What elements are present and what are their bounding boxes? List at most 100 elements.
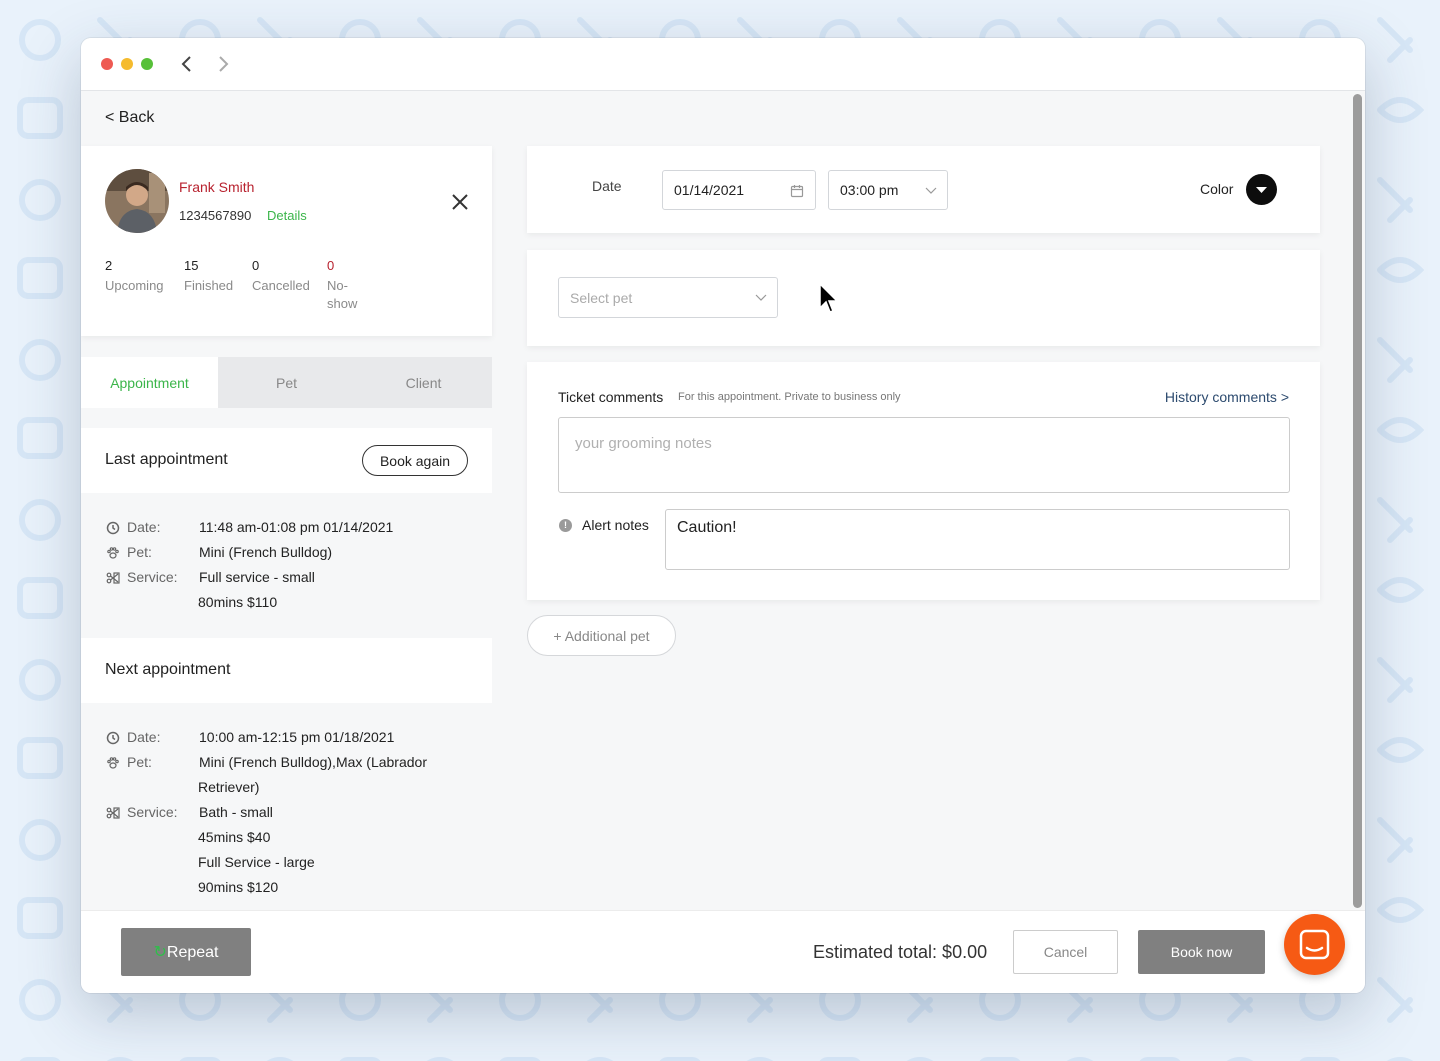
stat-label: Cancelled [252, 278, 310, 293]
alert-icon: ! [559, 519, 572, 532]
service-key: Service: [127, 804, 178, 820]
date-picker[interactable]: 01/14/2021 [662, 170, 816, 210]
stat-label: Upcoming [105, 278, 164, 293]
history-comments-link[interactable]: History comments > [1165, 389, 1289, 405]
tab-appointment[interactable]: Appointment [81, 357, 218, 408]
app-window: < Back Frank Smith 1234567890 Details 2 … [81, 38, 1365, 993]
date-value: 01/14/2021 [674, 182, 745, 198]
detail-tabs: Appointment Pet Client [81, 357, 492, 408]
scrollbar-thumb[interactable] [1353, 94, 1362, 908]
next-date-row: Date: 10:00 am-12:15 pm 01/18/2021 [105, 729, 394, 745]
additional-pet-button[interactable]: + Additional pet [527, 615, 676, 656]
estimated-total: Estimated total: $0.00 [813, 942, 988, 962]
next-service1-detail: 45mins $40 [198, 829, 271, 845]
back-link[interactable]: < Back [105, 109, 154, 127]
next-appointment-title: Next appointment [105, 661, 231, 678]
stat-upcoming: 2 Upcoming [105, 258, 164, 295]
stat-no-show: 0 No-show [327, 258, 367, 313]
date-label: Date [592, 178, 622, 194]
next-appointment-header: Next appointment [81, 638, 492, 703]
color-picker-button[interactable] [1246, 174, 1277, 205]
chat-launcher-button[interactable] [1284, 914, 1345, 975]
last-pet-value: Mini (French Bulldog) [199, 544, 333, 560]
last-pet-row: Pet: Mini (French Bulldog) [105, 544, 332, 560]
clock-icon [106, 731, 120, 745]
mouse-cursor-icon [819, 282, 838, 313]
footer-bar: ↻Repeat Estimated total: $0.00 Cancel Bo… [81, 910, 1365, 993]
date-key: Date: [127, 729, 161, 745]
select-pet-placeholder: Select pet [570, 290, 633, 306]
close-icon[interactable] [448, 190, 472, 214]
cancel-button[interactable]: Cancel [1013, 930, 1118, 974]
grooming-notes-placeholder: your grooming notes [575, 435, 712, 452]
stat-label: No-show [327, 278, 358, 311]
stat-value: 0 [327, 258, 335, 273]
time-value: 03:00 pm [840, 182, 899, 198]
alert-notes-label: Alert notes [582, 517, 649, 533]
next-service2: Full Service - large [198, 854, 315, 870]
last-service-value: Full service - small [199, 569, 315, 585]
next-appointment-details: Date: 10:00 am-12:15 pm 01/18/2021 Pet: … [81, 703, 492, 910]
time-select[interactable]: 03:00 pm [828, 170, 948, 210]
grooming-notes-textarea[interactable]: your grooming notes [558, 417, 1290, 493]
stat-value: 2 [105, 258, 113, 273]
scissors-icon [106, 807, 120, 819]
scrollbar[interactable] [1350, 92, 1365, 910]
stat-finished: 15 Finished [184, 258, 233, 295]
clock-icon [106, 521, 120, 535]
maximize-window-button[interactable] [141, 58, 153, 70]
stat-value: 0 [252, 258, 260, 273]
book-now-button[interactable]: Book now [1138, 930, 1265, 974]
last-service-row: Service: Full service - small [105, 569, 315, 585]
last-appointment-title: Last appointment [105, 451, 228, 468]
details-link[interactable]: Details [267, 208, 307, 223]
ticket-comments-hint: For this appointment. Private to busines… [678, 391, 901, 403]
scissors-icon [106, 572, 120, 584]
title-bar [81, 38, 1365, 91]
next-pet-value-cont: Retriever) [198, 779, 260, 795]
chevron-down-icon [925, 187, 937, 194]
pet-select-card: Select pet [527, 250, 1320, 346]
last-date-row: Date: 11:48 am-01:08 pm 01/14/2021 [105, 519, 393, 535]
caret-down-icon [1256, 187, 1267, 193]
next-service-value: Bath - small [199, 804, 273, 820]
stat-cancelled: 0 Cancelled [252, 258, 310, 295]
paw-icon [107, 757, 119, 769]
minimize-window-button[interactable] [121, 58, 133, 70]
last-date-value: 11:48 am-01:08 pm 01/14/2021 [199, 519, 394, 535]
chevron-right-icon[interactable] [213, 54, 233, 74]
chevron-down-icon [755, 294, 767, 301]
book-again-button[interactable]: Book again [362, 445, 468, 476]
chevron-left-icon[interactable] [177, 54, 197, 74]
comments-card: Ticket comments For this appointment. Pr… [527, 362, 1320, 600]
select-pet-dropdown[interactable]: Select pet [558, 277, 778, 318]
pet-key: Pet: [127, 754, 152, 770]
last-service-detail: 80mins $110 [198, 594, 278, 610]
tab-pet[interactable]: Pet [218, 357, 355, 408]
client-card: Frank Smith 1234567890 Details 2 Upcomin… [81, 146, 492, 336]
close-window-button[interactable] [101, 58, 113, 70]
last-appointment-header: Last appointment Book again [81, 428, 492, 493]
service-key: Service: [127, 569, 178, 585]
tab-client[interactable]: Client [355, 357, 492, 408]
alert-notes-value: Caution! [677, 519, 737, 536]
ticket-comments-label: Ticket comments [558, 389, 664, 405]
next-pet-value: Mini (French Bulldog),Max (Labrador [199, 754, 427, 770]
repeat-icon: ↻ [153, 944, 167, 961]
date-key: Date: [127, 519, 161, 535]
date-time-card: Date 01/14/2021 03:00 pm Color [527, 146, 1320, 233]
repeat-button[interactable]: ↻Repeat [121, 928, 251, 976]
chat-icon [1299, 929, 1330, 960]
color-label: Color [1200, 181, 1234, 197]
client-name[interactable]: Frank Smith [179, 179, 254, 195]
next-service-row: Service: Bath - small [105, 804, 273, 820]
client-phone: 1234567890 [179, 208, 252, 223]
next-service2-detail: 90mins $120 [198, 879, 279, 895]
calendar-icon [790, 185, 804, 198]
avatar[interactable] [105, 169, 169, 233]
next-pet-row: Pet: Mini (French Bulldog),Max (Labrador [105, 754, 427, 770]
last-appointment-details: Date: 11:48 am-01:08 pm 01/14/2021 Pet: … [81, 493, 492, 638]
alert-notes-textarea[interactable]: Caution! [665, 509, 1290, 570]
pet-key: Pet: [127, 544, 152, 560]
repeat-label: Repeat [166, 944, 219, 961]
